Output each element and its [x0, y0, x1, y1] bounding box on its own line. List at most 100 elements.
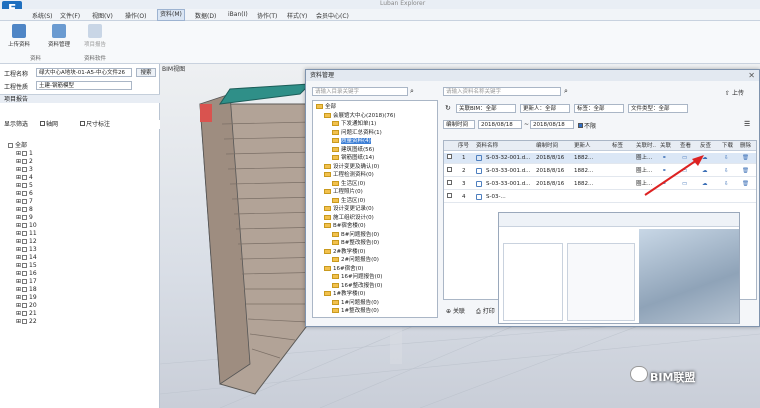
row-name[interactable]: S-03-33-001.d... [486, 166, 530, 177]
row-checkbox[interactable] [447, 192, 452, 203]
column-header[interactable]: 序号 [458, 141, 469, 151]
column-header[interactable]: 更新人 [574, 141, 591, 151]
refresh-icon[interactable]: ↻ [445, 104, 451, 112]
filter-tag[interactable]: 标签：全部 [574, 104, 624, 113]
delete-icon[interactable]: 🗑 [742, 153, 749, 164]
tree-floor-item[interactable]: ⊞ 14 [16, 254, 37, 262]
category-tree-item[interactable]: B#整改报告(0) [332, 239, 379, 247]
category-tree-item[interactable]: 设计变更记录(0) [324, 205, 374, 213]
category-tree-item[interactable]: 16#整改报告(0) [332, 282, 382, 290]
delete-icon[interactable]: 🗑 [742, 166, 749, 177]
column-header[interactable]: 删除 [740, 141, 751, 151]
tree-floor-item[interactable]: ⊞ 8 [16, 206, 33, 214]
category-tree-item[interactable]: 16#问题报告(0) [332, 273, 382, 281]
axis-checkbox[interactable]: 轴网 [40, 120, 58, 129]
column-header[interactable]: 标签 [612, 141, 623, 151]
tree-floor-item[interactable]: ⊞ 5 [16, 182, 33, 190]
close-icon[interactable]: ✕ [748, 71, 755, 80]
tree-floor-item[interactable]: ⊞ 6 [16, 190, 33, 198]
category-tree-item[interactable]: 2#教学楼(0) [324, 248, 365, 256]
checkbox[interactable] [8, 143, 13, 148]
category-tree-item[interactable]: 生活区(0) [332, 180, 365, 188]
tree-floor-item[interactable]: ⊞ 15 [16, 262, 37, 270]
upload-button[interactable]: ⇧ 上传 [725, 88, 744, 97]
column-header[interactable]: 资料名称 [476, 141, 498, 151]
row-checkbox[interactable] [447, 153, 452, 164]
menu-file[interactable]: 文件(F) [60, 11, 80, 20]
column-header[interactable]: 下载 [722, 141, 733, 151]
checkbox[interactable] [22, 151, 28, 156]
category-tree-item[interactable]: 工程照片(0) [324, 188, 363, 196]
tree-floor-item[interactable]: ⊞ 13 [16, 246, 37, 254]
list-view-icon[interactable]: ☰ [744, 120, 750, 128]
row-checkbox[interactable] [447, 166, 452, 177]
checkbox[interactable] [22, 207, 28, 212]
row-checkbox[interactable] [447, 179, 452, 190]
menu-data[interactable]: 数据(D) [195, 11, 216, 20]
category-tree-item[interactable]: 1#问题报告(0) [332, 299, 379, 307]
menu-material[interactable]: 资料(M) [157, 9, 185, 21]
tree-floor-item[interactable]: ⊞ 19 [16, 294, 37, 302]
checkbox[interactable] [22, 183, 28, 188]
category-tree-item[interactable]: 16#宿舍(0) [324, 265, 363, 273]
row-name[interactable]: S-03-... [486, 192, 506, 203]
link-button[interactable]: ⊕ 关联 [446, 306, 465, 315]
search-icon[interactable]: ⌕ [410, 87, 414, 96]
filter-bim[interactable]: 关联BIM：全部 [456, 104, 516, 113]
upload-material-button[interactable]: 上传资料 [6, 24, 32, 48]
checkbox[interactable] [22, 271, 28, 276]
menu-system[interactable]: 系统(S) [32, 11, 53, 20]
menu-operate[interactable]: 操作(O) [125, 11, 146, 20]
menu-style[interactable]: 样式(Y) [287, 11, 307, 20]
download-icon[interactable]: ⇩ [724, 179, 729, 190]
checkbox[interactable] [22, 303, 28, 308]
tree-floor-item[interactable]: ⊞ 11 [16, 230, 37, 238]
tree-floor-item[interactable]: ⊞ 18 [16, 286, 37, 294]
tree-floor-item[interactable]: ⊞ 9 [16, 214, 33, 222]
material-search-input[interactable]: 请输入资料名称关键字 [443, 87, 561, 96]
checkbox[interactable] [22, 231, 28, 236]
checkbox[interactable] [22, 247, 28, 252]
checkbox[interactable] [22, 199, 28, 204]
category-tree-item[interactable]: 1#教学楼(0) [324, 290, 365, 298]
tree-floor-item[interactable]: ⊞ 20 [16, 302, 37, 310]
category-tree-item[interactable]: 会展馆大中心(2018)(76) [324, 112, 396, 120]
tree-floor-item[interactable]: ⊞ 22 [16, 318, 37, 326]
dir-search-input[interactable]: 请输入目录关键字 [312, 87, 408, 96]
dimension-checkbox[interactable]: 尺寸标注 [80, 120, 110, 129]
tree-floor-item[interactable]: ⊞ 2 [16, 158, 33, 166]
tree-floor-item[interactable]: ⊞ 4 [16, 174, 33, 182]
tree-floor-item[interactable]: ⊞ 1 [16, 150, 33, 158]
checkbox[interactable] [22, 239, 28, 244]
category-tree-item[interactable]: 质量资料(4) [332, 137, 371, 145]
checkbox[interactable] [22, 175, 28, 180]
column-header[interactable]: 编制时间 [536, 141, 558, 151]
checkbox[interactable] [22, 295, 28, 300]
category-tree-item[interactable]: 钢筋图纸(14) [332, 154, 374, 162]
unlimited-checkbox[interactable]: 不限 [578, 121, 596, 130]
tree-floor-item[interactable]: ⊞ 3 [16, 166, 33, 174]
tree-floor-item[interactable]: ⊞ 12 [16, 238, 37, 246]
row-name[interactable]: S-03-32-001.d... [486, 153, 530, 164]
category-tree-item[interactable]: 建筑图纸(56) [332, 146, 374, 154]
category-tree-item[interactable]: B#问题报告(0) [332, 231, 379, 239]
tree-floor-item[interactable]: ⊞ 16 [16, 270, 37, 278]
download-icon[interactable]: ⇩ [724, 166, 729, 177]
print-button[interactable]: ⎙ 打印 [476, 306, 495, 316]
search-button[interactable]: 搜索 [136, 68, 156, 77]
category-tree-item[interactable]: B#宿舍楼(0) [324, 222, 366, 230]
menu-iban[interactable]: iBan(I) [228, 11, 248, 18]
category-tree-item[interactable]: 生活区(0) [332, 197, 365, 205]
category-tree-item[interactable]: 1#整改报告(0) [332, 307, 379, 315]
category-tree-item[interactable]: 全部 [316, 103, 336, 111]
date-to[interactable]: 2018/08/18 [530, 120, 574, 129]
tree-floor-item[interactable]: ⊞ 17 [16, 278, 37, 286]
date-from[interactable]: 2018/08/18 [478, 120, 522, 129]
project-report-button[interactable]: 项目报告 [82, 24, 108, 48]
category-tree-item[interactable]: 设计变更及确认(0) [324, 163, 379, 171]
checkbox[interactable] [22, 255, 28, 260]
work-select[interactable]: 土建-钢筋模型 [36, 81, 132, 90]
category-tree-item[interactable]: 2#问题报告(0) [332, 256, 379, 264]
menu-view[interactable]: 视图(V) [92, 11, 113, 20]
project-select[interactable]: 绿大中心A地块-01-A5-中心文件26 [36, 68, 132, 77]
